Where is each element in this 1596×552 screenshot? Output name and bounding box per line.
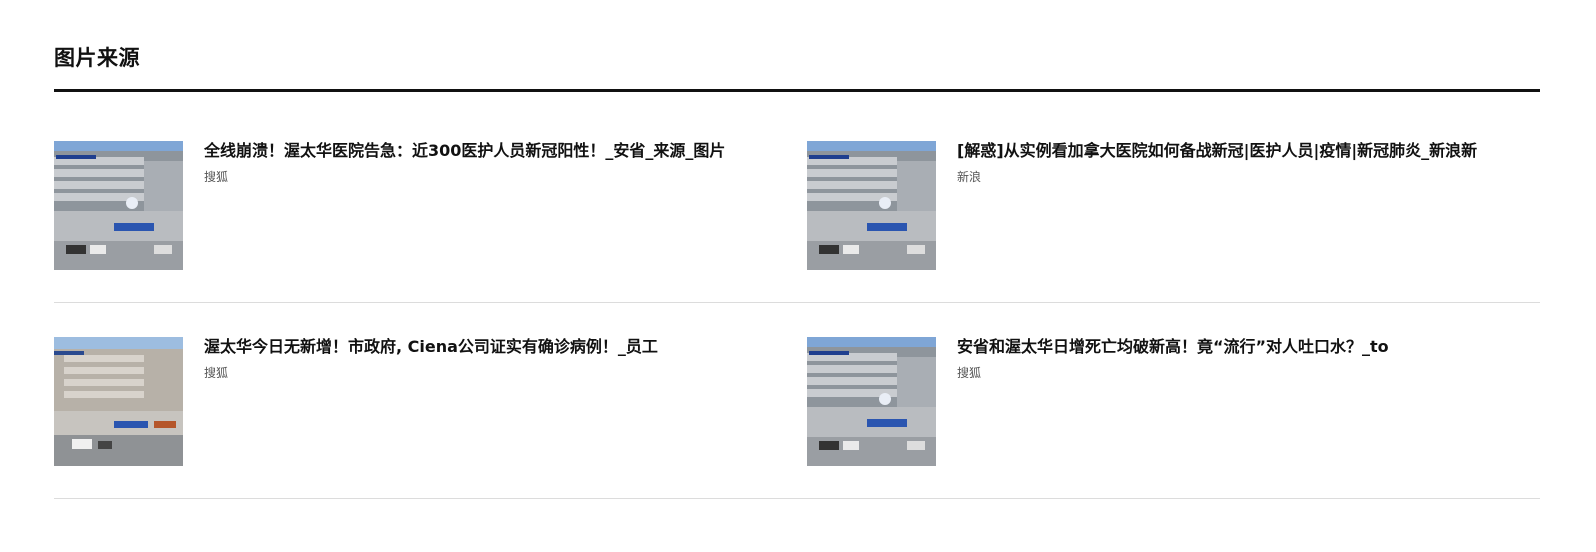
- article-row: 渥太华今日无新增！市政府, Ciena公司证实有确诊病例！_员工 搜狐 安省和渥…: [54, 302, 1540, 499]
- hospital-photo-thumbnail[interactable]: [807, 337, 936, 466]
- section-title-divider: [54, 89, 1540, 92]
- hospital-photo-thumbnail[interactable]: [54, 337, 183, 466]
- article-title-link[interactable]: 全线崩溃！渥太华医院告急：近300医护人员新冠阳性！_安省_来源_图片: [204, 141, 725, 161]
- article-source: 新浪: [957, 170, 982, 184]
- article-card[interactable]: [解惑]从实例看加拿大医院如何备战新冠|医护人员|疫情|新冠肺炎_新浪新 新浪: [807, 141, 1537, 271]
- hospital-photo-thumbnail[interactable]: [54, 141, 183, 270]
- article-card[interactable]: 全线崩溃！渥太华医院告急：近300医护人员新冠阳性！_安省_来源_图片 搜狐: [54, 141, 784, 271]
- hospital-building-photo-icon: [54, 141, 183, 270]
- article-card[interactable]: 渥太华今日无新增！市政府, Ciena公司证实有确诊病例！_员工 搜狐: [54, 337, 784, 467]
- hospital-building-photo-icon: [807, 337, 936, 466]
- hospital-photo-thumbnail[interactable]: [807, 141, 936, 270]
- section-title: 图片来源: [54, 46, 140, 70]
- article-source: 搜狐: [957, 366, 982, 380]
- article-card[interactable]: 安省和渥太华日增死亡均破新高！竟“流行”对人吐口水？_to 搜狐: [807, 337, 1537, 467]
- article-source: 搜狐: [204, 170, 229, 184]
- hospital-building-photo-icon: [54, 337, 183, 466]
- hospital-building-photo-icon: [807, 141, 936, 270]
- article-title-link[interactable]: 安省和渥太华日增死亡均破新高！竟“流行”对人吐口水？_to: [957, 337, 1389, 357]
- article-source: 搜狐: [204, 366, 229, 380]
- article-title-link[interactable]: 渥太华今日无新增！市政府, Ciena公司证实有确诊病例！_员工: [204, 337, 658, 357]
- article-row: 全线崩溃！渥太华医院告急：近300医护人员新冠阳性！_安省_来源_图片 搜狐 […: [54, 106, 1540, 303]
- article-title-link[interactable]: [解惑]从实例看加拿大医院如何备战新冠|医护人员|疫情|新冠肺炎_新浪新: [957, 141, 1477, 161]
